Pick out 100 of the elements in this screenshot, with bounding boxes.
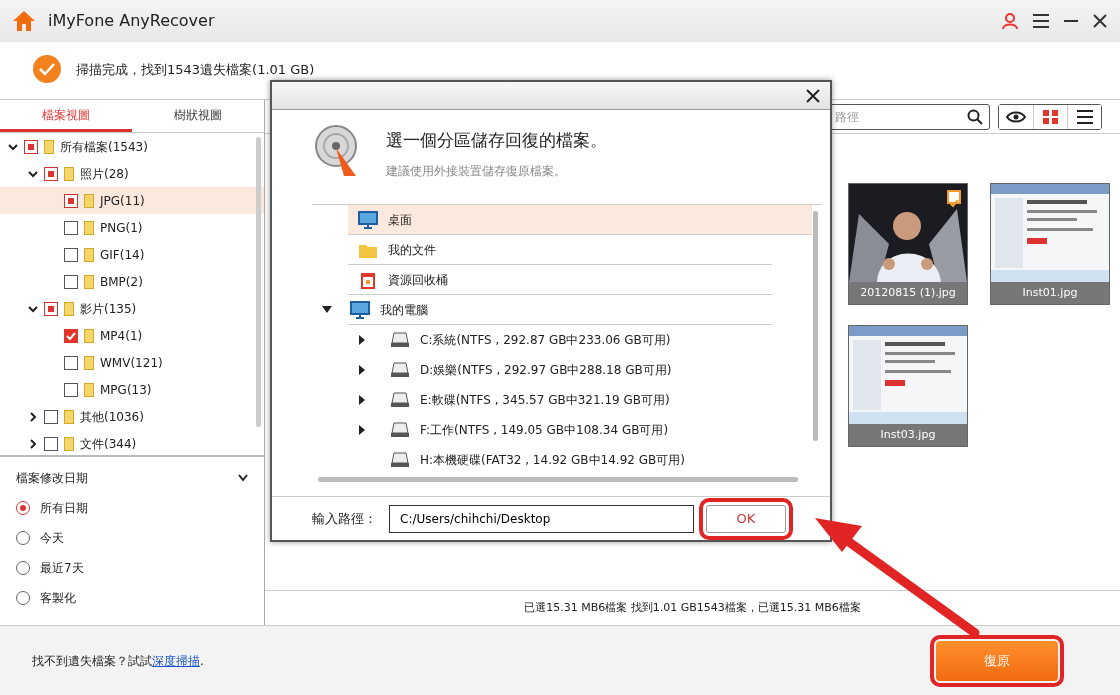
- close-icon[interactable]: [1092, 13, 1108, 29]
- user-icon[interactable]: [1001, 12, 1019, 30]
- checkbox[interactable]: [64, 328, 78, 343]
- chevron-down-icon[interactable]: [238, 474, 248, 482]
- caret-right-icon[interactable]: [358, 395, 366, 405]
- grid-icon[interactable]: [1040, 108, 1061, 125]
- drive-icon: [390, 452, 410, 468]
- checkbox[interactable]: [64, 382, 78, 397]
- scan-status: 掃描完成，找到1543遺失檔案(1.01 GB): [76, 61, 315, 79]
- path-field[interactable]: C:/Users/chihchi/Desktop: [389, 504, 694, 533]
- tree-label: 其他(1036): [80, 408, 144, 426]
- caret-down-icon[interactable]: [322, 305, 332, 314]
- checkbox[interactable]: [64, 355, 78, 370]
- tree-item[interactable]: MPG(13): [0, 376, 264, 404]
- location-item[interactable]: 我的文件: [348, 235, 772, 265]
- checkbox[interactable]: [64, 193, 78, 208]
- file-name: 20120815 (1).jpg: [849, 282, 967, 304]
- folder-icon: [64, 436, 74, 451]
- tree-item[interactable]: 影片(135): [0, 295, 264, 323]
- location-item[interactable]: 我的電腦: [348, 295, 772, 325]
- tree-item[interactable]: 其他(1036): [0, 403, 264, 431]
- radio-label: 最近7天: [40, 560, 84, 577]
- bin-icon: [358, 270, 378, 289]
- tree-item[interactable]: 所有檔案(1543): [0, 133, 264, 161]
- footer-hint: 找不到遺失檔案？試試深度掃描.: [32, 652, 204, 670]
- folder-icon: [64, 409, 74, 424]
- scrollbar[interactable]: [318, 477, 798, 482]
- chevron-down-icon[interactable]: [28, 168, 38, 179]
- checkbox[interactable]: [64, 220, 78, 235]
- tree-label: BMP(2): [100, 273, 143, 291]
- file-name: Inst01.jpg: [991, 282, 1109, 304]
- caret-right-icon[interactable]: [358, 425, 366, 435]
- window-title: iMyFone AnyRecover: [48, 10, 215, 32]
- checkbox[interactable]: [44, 301, 58, 316]
- scrollbar[interactable]: [256, 137, 261, 428]
- folder-icon: [84, 220, 94, 235]
- close-button[interactable]: [804, 86, 822, 105]
- folder-icon: [84, 382, 94, 397]
- tree-item[interactable]: GIF(14): [0, 241, 264, 269]
- tree-item[interactable]: 文件(344): [0, 430, 264, 455]
- drive-label: D:娛樂(NTFS , 292.97 GB中288.18 GB可用): [420, 362, 672, 379]
- drive-icon: [390, 332, 410, 348]
- location-label: 資源回收桶: [388, 271, 448, 289]
- checkbox[interactable]: [44, 166, 58, 181]
- monitor-icon: [358, 210, 378, 229]
- checkbox[interactable]: [24, 139, 38, 154]
- tree-label: PNG(1): [100, 219, 143, 237]
- file-name: Inst03.jpg: [849, 424, 967, 446]
- monitor-icon: [350, 300, 370, 319]
- tree-label: 所有檔案(1543): [60, 138, 148, 156]
- location-label: 我的文件: [388, 241, 436, 259]
- deep-scan-link[interactable]: 深度掃描: [152, 653, 200, 668]
- chevron-right-icon[interactable]: [28, 411, 38, 422]
- path-label: 輸入路徑：: [312, 509, 377, 528]
- drive-item[interactable]: C:系統(NTFS , 292.87 GB中233.06 GB可用): [312, 325, 822, 355]
- menu-icon[interactable]: [1032, 13, 1050, 29]
- tree-item[interactable]: 照片(28): [0, 160, 264, 188]
- radio-label: 客製化: [40, 590, 76, 607]
- drive-item[interactable]: F:工作(NTFS , 149.05 GB中108.34 GB可用): [312, 415, 822, 445]
- drive-item[interactable]: E:軟碟(NTFS , 345.57 GB中321.19 GB可用): [312, 385, 822, 415]
- location-label: 桌面: [388, 211, 412, 229]
- tree-item[interactable]: JPG(11): [0, 187, 264, 215]
- checkbox[interactable]: [64, 274, 78, 289]
- chevron-down-icon[interactable]: [8, 141, 18, 152]
- home-icon[interactable]: [12, 10, 36, 32]
- drive-item[interactable]: H:本機硬碟(FAT32 , 14.92 GB中14.92 GB可用): [312, 445, 822, 475]
- folder-icon: [84, 355, 94, 370]
- tree-item[interactable]: PNG(1): [0, 214, 264, 242]
- tree-label: MP4(1): [100, 327, 143, 345]
- tree-item[interactable]: MP4(1): [0, 322, 264, 350]
- drive-label: C:系統(NTFS , 292.87 GB中233.06 GB可用): [420, 332, 671, 349]
- checkbox[interactable]: [44, 409, 58, 424]
- disc-icon: [312, 122, 360, 178]
- search-icon: [967, 108, 983, 125]
- folder-icon: [64, 166, 74, 181]
- tree-item[interactable]: BMP(2): [0, 268, 264, 296]
- checkbox[interactable]: [64, 247, 78, 262]
- scrollbar[interactable]: [813, 211, 818, 441]
- tree-label: JPG(11): [100, 192, 145, 210]
- tree-label: GIF(14): [100, 246, 145, 264]
- chevron-down-icon[interactable]: [28, 303, 38, 314]
- chevron-right-icon[interactable]: [28, 438, 38, 449]
- dialog-title: 選一個分區儲存回復的檔案。: [386, 129, 607, 152]
- folder-icon: [84, 328, 94, 343]
- radio-label: 所有日期: [40, 500, 88, 517]
- drive-icon: [390, 362, 410, 378]
- drive-item[interactable]: D:娛樂(NTFS , 292.97 GB中288.18 GB可用): [312, 355, 822, 385]
- folder-icon: [44, 139, 54, 154]
- list-icon[interactable]: [1074, 108, 1095, 125]
- caret-right-icon[interactable]: [358, 335, 366, 345]
- caret-right-icon[interactable]: [358, 365, 366, 375]
- location-item[interactable]: 桌面: [348, 205, 812, 235]
- location-label: 我的電腦: [380, 301, 428, 319]
- checkbox[interactable]: [44, 436, 58, 451]
- location-item[interactable]: 資源回收桶: [348, 265, 772, 295]
- folder-icon: [84, 247, 94, 262]
- drive-label: H:本機硬碟(FAT32 , 14.92 GB中14.92 GB可用): [420, 452, 685, 469]
- folder-icon: [84, 274, 94, 289]
- tree-item[interactable]: WMV(121): [0, 349, 264, 377]
- tree-label: 文件(344): [80, 435, 137, 453]
